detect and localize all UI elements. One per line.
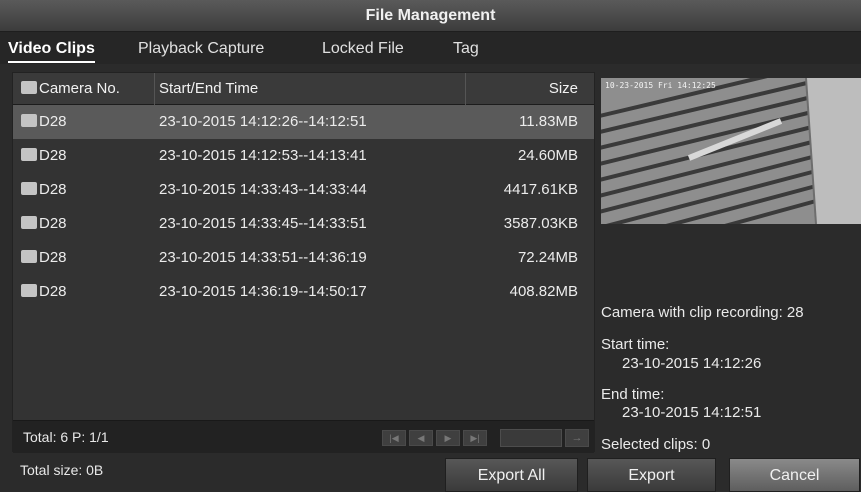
row-checkbox[interactable] xyxy=(21,216,37,229)
preview-image xyxy=(601,78,861,224)
header-time: Start/End Time xyxy=(159,80,259,97)
row-size: 408.82MB xyxy=(509,283,578,300)
row-time: 23-10-2015 14:12:53--14:13:41 xyxy=(159,147,367,164)
row-camera: D28 xyxy=(39,113,67,130)
camera-clip-recording: Camera with clip recording: 28 xyxy=(601,304,804,321)
table-row[interactable]: D28 23-10-2015 14:12:26--14:12:51 11.83M… xyxy=(13,105,594,139)
start-time-value: 23-10-2015 14:12:26 xyxy=(622,355,762,372)
go-icon[interactable]: → xyxy=(565,429,589,447)
row-size: 72.24MB xyxy=(517,249,578,266)
table-row[interactable]: D28 23-10-2015 14:33:43--14:33:44 4417.6… xyxy=(13,173,594,207)
row-size: 11.83MB xyxy=(519,113,578,130)
tab-locked-file[interactable]: Locked File xyxy=(322,32,404,64)
page-total: Total: 6 P: 1/1 xyxy=(23,429,109,445)
row-time: 23-10-2015 14:33:43--14:33:44 xyxy=(159,181,367,198)
table-row[interactable]: D28 23-10-2015 14:36:19--14:50:17 408.82… xyxy=(13,275,594,309)
end-time-label: End time: xyxy=(601,386,665,403)
select-all-checkbox[interactable] xyxy=(21,81,37,94)
table-row[interactable]: D28 23-10-2015 14:12:53--14:13:41 24.60M… xyxy=(13,139,594,173)
row-size: 3587.03KB xyxy=(503,215,578,232)
window-title: File Management xyxy=(0,0,861,32)
selected-clips-count: Selected clips: 0 xyxy=(601,436,711,453)
total-size: Total size: 0B xyxy=(20,462,104,478)
clip-preview: 10-23-2015 Fri 14:12:25 xyxy=(601,78,861,224)
last-page-icon[interactable]: ▶| xyxy=(463,430,487,446)
row-size: 4417.61KB xyxy=(503,181,578,198)
start-time-label: Start time: xyxy=(601,336,670,353)
tab-bar: Video Clips Playback Capture Locked File… xyxy=(0,32,861,64)
row-time: 23-10-2015 14:33:51--14:36:19 xyxy=(159,249,367,266)
export-button[interactable]: Export xyxy=(587,458,716,492)
preview-timestamp: 10-23-2015 Fri 14:12:25 xyxy=(605,81,716,90)
table-header: Camera No. Start/End Time Size xyxy=(13,73,594,105)
first-page-icon[interactable]: |◀ xyxy=(382,430,406,446)
row-checkbox[interactable] xyxy=(21,284,37,297)
cancel-button[interactable]: Cancel xyxy=(729,458,860,492)
list-footer: Total: 6 P: 1/1 |◀ ◀ ▶ ▶| → xyxy=(13,420,594,453)
column-divider xyxy=(465,73,466,105)
next-page-icon[interactable]: ▶ xyxy=(436,430,460,446)
end-time-value: 23-10-2015 14:12:51 xyxy=(622,404,762,421)
column-divider xyxy=(154,73,155,105)
row-camera: D28 xyxy=(39,215,67,232)
row-time: 23-10-2015 14:12:26--14:12:51 xyxy=(159,113,367,130)
clip-list: Camera No. Start/End Time Size D28 23-10… xyxy=(12,72,595,453)
header-camera[interactable]: Camera No. xyxy=(21,73,120,105)
tab-tag[interactable]: Tag xyxy=(453,32,479,64)
row-size: 24.60MB xyxy=(517,147,578,164)
row-camera: D28 xyxy=(39,249,67,266)
row-checkbox[interactable] xyxy=(21,114,37,127)
header-size: Size xyxy=(548,80,578,97)
tab-playback-capture[interactable]: Playback Capture xyxy=(138,32,264,64)
table-row[interactable]: D28 23-10-2015 14:33:51--14:36:19 72.24M… xyxy=(13,241,594,275)
page-number-input[interactable] xyxy=(500,429,562,447)
export-all-button[interactable]: Export All xyxy=(445,458,578,492)
row-camera: D28 xyxy=(39,283,67,300)
row-camera: D28 xyxy=(39,181,67,198)
table-row[interactable]: D28 23-10-2015 14:33:45--14:33:51 3587.0… xyxy=(13,207,594,241)
row-checkbox[interactable] xyxy=(21,182,37,195)
row-camera: D28 xyxy=(39,147,67,164)
row-checkbox[interactable] xyxy=(21,250,37,263)
row-time: 23-10-2015 14:33:45--14:33:51 xyxy=(159,215,367,232)
row-time: 23-10-2015 14:36:19--14:50:17 xyxy=(159,283,367,300)
row-checkbox[interactable] xyxy=(21,148,37,161)
tab-video-clips[interactable]: Video Clips xyxy=(8,32,95,64)
prev-page-icon[interactable]: ◀ xyxy=(409,430,433,446)
